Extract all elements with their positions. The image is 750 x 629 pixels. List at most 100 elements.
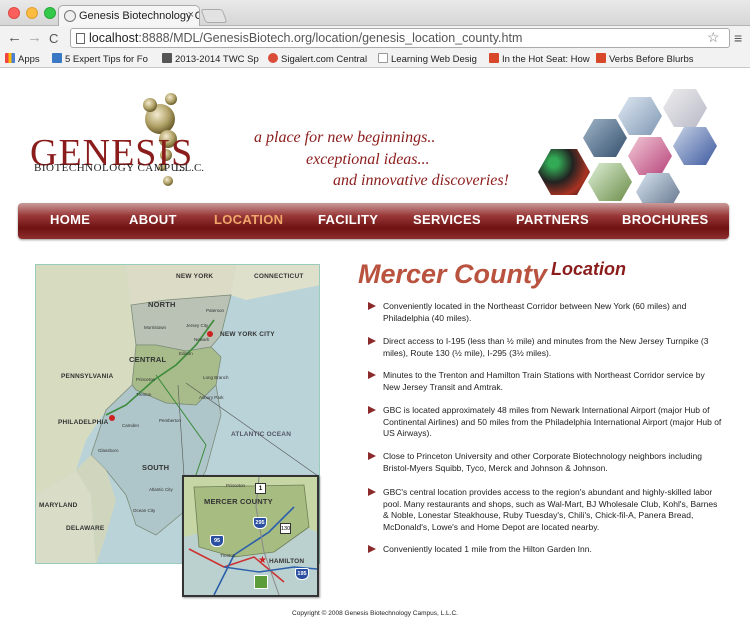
town-label: Camden bbox=[122, 423, 140, 428]
nav-home[interactable]: HOME bbox=[50, 212, 90, 227]
nav-services[interactable]: SERVICES bbox=[413, 212, 481, 227]
city-marker-icon bbox=[109, 415, 115, 421]
browser-toolbar: ← → C localhost:8888/MDL/GenesisBiotech.… bbox=[0, 26, 750, 50]
inset-title: MERCER COUNTY bbox=[204, 497, 273, 506]
close-window-button[interactable] bbox=[8, 7, 20, 19]
logo-subtitle: BIOTECHNOLOGY CAMPUS bbox=[34, 162, 186, 174]
arrow-bullet-icon bbox=[368, 337, 376, 345]
star-marker-icon: ★ bbox=[258, 555, 267, 566]
bookmark-favicon-icon bbox=[268, 53, 278, 63]
browser-tab[interactable]: Genesis Biotechnology Ca × bbox=[58, 5, 200, 26]
city-label: NEW YORK CITY bbox=[220, 331, 275, 338]
town-label: Long Branch bbox=[203, 375, 229, 380]
city-label: PHILADELPHIA bbox=[58, 419, 109, 426]
tagline-line-1: a place for new beginnings.. bbox=[254, 129, 436, 146]
region-central: CENTRAL bbox=[129, 355, 167, 364]
bookmark-favicon-icon bbox=[489, 53, 499, 63]
nav-location[interactable]: LOCATION bbox=[214, 212, 283, 227]
town-label: Edison bbox=[179, 351, 193, 356]
document-icon bbox=[378, 53, 388, 63]
hex-image bbox=[538, 149, 590, 195]
arrow-bullet-icon bbox=[368, 545, 376, 553]
highway-shield-icon: 95 bbox=[210, 535, 224, 547]
browser-titlebar: Genesis Biotechnology Ca × bbox=[0, 0, 750, 26]
town-label: Trenton bbox=[136, 392, 152, 397]
page-subtitle: Location bbox=[551, 259, 626, 279]
address-bar[interactable]: localhost:8888/MDL/GenesisBiotech.org/lo… bbox=[70, 28, 730, 48]
web-page: GENESIS BIOTECHNOLOGY CAMPUS L.L.C. a pl… bbox=[0, 69, 750, 629]
page-title: Mercer County bbox=[358, 259, 548, 289]
zoom-window-button[interactable] bbox=[44, 7, 56, 19]
close-tab-icon[interactable]: × bbox=[188, 9, 194, 21]
page-icon bbox=[76, 33, 85, 44]
apps-grid-icon bbox=[5, 53, 15, 63]
bookmark-item[interactable]: 5 Expert Tips for Fo bbox=[52, 53, 172, 65]
region-north: NORTH bbox=[148, 300, 176, 309]
hex-image bbox=[673, 127, 717, 165]
town-label: Newark bbox=[194, 337, 210, 342]
map-label: ATLANTIC OCEAN bbox=[231, 431, 292, 438]
bookmark-item[interactable]: In the Hot Seat: How bbox=[489, 53, 595, 65]
hex-image bbox=[583, 119, 627, 157]
town-label: Paterson bbox=[206, 308, 225, 313]
town-label: Glassboro bbox=[98, 448, 119, 453]
new-tab-button[interactable] bbox=[200, 9, 228, 23]
town-label: Asbury Park bbox=[199, 395, 224, 400]
nav-brochures[interactable]: BROCHURES bbox=[622, 212, 708, 227]
bookmark-item[interactable]: Verbs Before Blurbs bbox=[596, 53, 706, 65]
map-label: PENNSYLVANIA bbox=[61, 373, 114, 380]
forward-arrow-icon[interactable]: → bbox=[27, 29, 42, 46]
hex-image bbox=[618, 97, 662, 135]
tagline-line-3: and innovative discoveries! bbox=[333, 172, 509, 189]
inset-town-label: Princeton bbox=[226, 483, 246, 488]
town-label: Princeton bbox=[136, 377, 156, 382]
bookmark-favicon-icon bbox=[596, 53, 606, 63]
bookmark-star-icon[interactable]: ☆ bbox=[707, 29, 720, 46]
nav-about[interactable]: ABOUT bbox=[129, 212, 177, 227]
map-label: CONNECTICUT bbox=[254, 273, 304, 280]
inset-town-label: Trenton bbox=[220, 553, 236, 558]
arrow-bullet-icon bbox=[368, 406, 376, 414]
bookmark-apps[interactable]: Apps bbox=[5, 53, 40, 65]
logo-llc: L.L.C. bbox=[175, 162, 205, 174]
back-arrow-icon[interactable]: ← bbox=[7, 29, 22, 46]
arrow-bullet-icon bbox=[368, 371, 376, 379]
tab-title: Genesis Biotechnology Ca bbox=[79, 10, 200, 22]
url-path: :8888/MDL/GenesisBiotech.org/location/ge… bbox=[138, 31, 523, 45]
arrow-bullet-icon bbox=[368, 452, 376, 460]
bookmark-item[interactable]: 2013-2014 TWC Sp bbox=[162, 53, 274, 65]
globe-icon bbox=[64, 10, 76, 22]
minimize-window-button[interactable] bbox=[26, 7, 38, 19]
mercer-county-inset: Princeton MERCER COUNTY Trenton 1 295 13… bbox=[182, 475, 319, 597]
arrow-bullet-icon bbox=[368, 302, 376, 310]
region-south: SOUTH bbox=[142, 463, 170, 472]
city-label: HAMILTON bbox=[269, 558, 305, 565]
bookmark-item[interactable]: Sigalert.com Central bbox=[268, 53, 380, 65]
hex-image bbox=[628, 137, 672, 175]
main-nav: HOME ABOUT LOCATION FACILITY SERVICES PA… bbox=[18, 203, 729, 239]
campus-logo-icon bbox=[254, 575, 268, 589]
town-label: Jersey City bbox=[186, 323, 209, 328]
highway-shield-icon: 1 bbox=[255, 483, 266, 494]
nav-partners[interactable]: PARTNERS bbox=[516, 212, 589, 227]
reload-icon[interactable]: C bbox=[49, 31, 58, 46]
highway-shield-icon: 130 bbox=[280, 523, 291, 534]
menu-icon[interactable]: ≡ bbox=[734, 30, 742, 46]
town-label: Atlantic City bbox=[149, 487, 173, 492]
nav-facility[interactable]: FACILITY bbox=[318, 212, 378, 227]
map-label: DELAWARE bbox=[66, 525, 105, 532]
map-label: NEW YORK bbox=[176, 273, 214, 280]
highway-shield-icon: 295 bbox=[253, 517, 267, 529]
bookmark-favicon-icon bbox=[52, 53, 62, 63]
map-label: MARYLAND bbox=[39, 502, 78, 509]
url-host: localhost bbox=[89, 31, 139, 45]
bookmark-item[interactable]: Learning Web Desig bbox=[378, 53, 490, 65]
footer-copyright: Copyright © 2008 Genesis Biotechnology C… bbox=[292, 610, 458, 617]
hex-image bbox=[663, 89, 707, 127]
highway-shield-icon: 195 bbox=[295, 568, 309, 580]
hex-image bbox=[588, 163, 632, 201]
bookmarks-bar: Apps 5 Expert Tips for Fo 2013-2014 TWC … bbox=[0, 50, 750, 68]
town-label: Pemberton bbox=[159, 418, 182, 423]
tagline-line-2: exceptional ideas... bbox=[306, 151, 430, 168]
town-label: Morristown bbox=[144, 325, 167, 330]
